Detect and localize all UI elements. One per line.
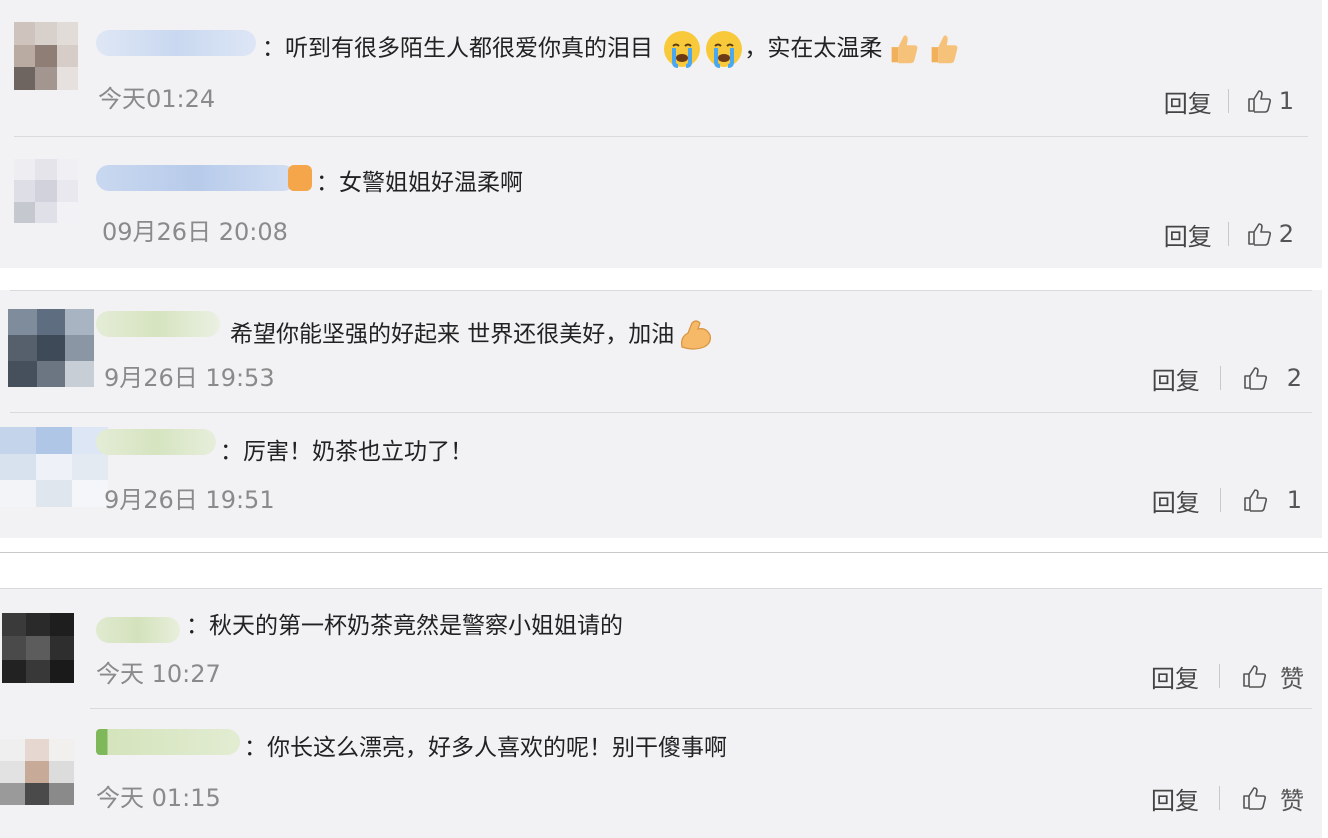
thumbs-up-icon	[884, 30, 922, 68]
comment-separator: ：	[220, 439, 243, 465]
comment-body: 秋天的第一杯奶茶竟然是警察小姐姐请的	[209, 613, 623, 639]
action-divider	[1219, 664, 1220, 688]
comment-separator: ：	[186, 613, 209, 639]
username-blurred[interactable]	[96, 311, 220, 337]
comment-item: ：厉害！奶茶也立功了！ 9月26日 19:51 回复 1	[0, 413, 1322, 538]
avatar[interactable]	[14, 22, 78, 90]
comment-item: 希望你能坚强的好起来 世界还很美好，加油 9月26日 19:53 回复 2	[0, 291, 1322, 413]
comment-section-1: ：听到有很多陌生人都很爱你真的泪目 ，实在太温柔 今天01:24 回复 1 ：女…	[0, 0, 1322, 268]
comment-text: ：厉害！奶茶也立功了！	[220, 437, 473, 467]
comment-time: 09月26日 20:08	[102, 218, 288, 246]
comment-item: ：你长这么漂亮，好多人喜欢的呢！别干傻事啊 今天 01:15 回复 赞	[0, 709, 1322, 837]
like-button[interactable]: 2	[1241, 364, 1302, 392]
comment-actions: 回复 赞	[1151, 659, 1304, 694]
reply-button[interactable]: 回复	[1151, 781, 1199, 816]
like-button[interactable]: 1	[1241, 486, 1302, 514]
action-divider	[1227, 222, 1229, 246]
comment-body: 希望你能坚强的好起来 世界还很美好，加油	[230, 321, 675, 348]
comment-body: 你长这么漂亮，好多人喜欢的呢！别干傻事啊	[267, 735, 727, 761]
comment-actions: 回复 1	[1152, 483, 1302, 518]
like-button[interactable]: 1	[1245, 87, 1294, 115]
username-blurred[interactable]	[96, 617, 180, 643]
thumbs-up-outline-icon	[1247, 90, 1271, 113]
comment-time: 9月26日 19:51	[104, 486, 275, 514]
like-count: 1	[1286, 486, 1302, 514]
comment-item: ：女警姐姐好温柔啊 09月26日 20:08 回复 2	[0, 137, 1322, 268]
like-count: 2	[1278, 220, 1294, 248]
username-blurred[interactable]	[96, 30, 256, 56]
comment-text: ：听到有很多陌生人都很爱你真的泪目 ，实在太温柔	[262, 29, 962, 69]
reply-button[interactable]: 回复	[1152, 483, 1200, 518]
comment-actions: 回复 1	[1164, 84, 1294, 119]
like-label: 赞	[1280, 664, 1304, 693]
thumbs-up-outline-icon	[1243, 367, 1267, 390]
comment-text: ：秋天的第一杯奶茶竟然是警察小姐姐请的	[186, 611, 623, 641]
page-separator	[0, 552, 1328, 553]
comment-time: 今天01:24	[98, 85, 216, 113]
comment-time: 今天 10:27	[96, 660, 221, 688]
comment-actions: 回复 2	[1152, 361, 1302, 396]
like-button[interactable]: 2	[1245, 220, 1294, 248]
reply-button[interactable]: 回复	[1164, 84, 1212, 119]
comment-body: 听到有很多陌生人都很爱你真的泪目	[285, 35, 653, 62]
comment-item: ：秋天的第一杯奶茶竟然是警察小姐姐请的 今天 10:27 回复 赞	[0, 589, 1322, 707]
crying-face-icon	[662, 29, 702, 69]
avatar[interactable]	[0, 739, 74, 805]
comment-separator: ：	[316, 170, 339, 196]
avatar[interactable]	[2, 613, 74, 683]
crying-face-icon	[704, 29, 744, 69]
thumbs-up-outline-icon	[1243, 489, 1267, 512]
reply-button[interactable]: 回复	[1152, 361, 1200, 396]
avatar[interactable]	[14, 159, 78, 223]
thumbs-up-outline-icon	[1243, 665, 1267, 688]
like-button[interactable]: 赞	[1240, 659, 1304, 694]
avatar[interactable]	[0, 427, 108, 507]
username-blurred[interactable]	[96, 729, 240, 755]
flexed-biceps-icon	[676, 315, 716, 355]
comment-body-tail: ，实在太温柔	[744, 35, 883, 62]
action-divider	[1219, 488, 1221, 512]
like-label: 赞	[1280, 786, 1304, 815]
thumbs-up-icon	[924, 30, 962, 68]
comment-separator: ：	[262, 35, 285, 62]
comment-time: 今天 01:15	[96, 784, 221, 812]
comment-item: ：听到有很多陌生人都很爱你真的泪目 ，实在太温柔 今天01:24 回复 1	[0, 0, 1322, 136]
action-divider	[1227, 89, 1229, 113]
user-badge-icon	[288, 165, 312, 191]
thumbs-up-outline-icon	[1243, 787, 1267, 810]
comment-text: ：你长这么漂亮，好多人喜欢的呢！别干傻事啊	[244, 733, 727, 763]
like-count: 1	[1278, 87, 1294, 115]
reply-button[interactable]: 回复	[1151, 659, 1199, 694]
comment-time: 9月26日 19:53	[104, 364, 275, 392]
comment-section-2: 希望你能坚强的好起来 世界还很美好，加油 9月26日 19:53 回复 2 ：厉…	[0, 290, 1322, 538]
action-divider	[1219, 786, 1220, 810]
comment-actions: 回复 赞	[1151, 781, 1304, 816]
username-blurred[interactable]	[96, 429, 216, 455]
comment-actions: 回复 2	[1164, 217, 1294, 252]
comment-body: 女警姐姐好温柔啊	[339, 170, 523, 196]
avatar[interactable]	[8, 309, 94, 387]
comment-section-3: ：秋天的第一杯奶茶竟然是警察小姐姐请的 今天 10:27 回复 赞 ：你长这么漂…	[0, 588, 1322, 838]
action-divider	[1219, 366, 1221, 390]
comment-body: 厉害！奶茶也立功了！	[243, 439, 473, 465]
like-count: 2	[1286, 364, 1302, 392]
comment-separator: ：	[244, 735, 267, 761]
reply-button[interactable]: 回复	[1164, 217, 1212, 252]
like-button[interactable]: 赞	[1240, 781, 1304, 816]
username-blurred[interactable]	[96, 165, 296, 191]
comment-text: ：女警姐姐好温柔啊	[316, 168, 523, 198]
comment-text: 希望你能坚强的好起来 世界还很美好，加油	[230, 315, 716, 355]
thumbs-up-outline-icon	[1247, 223, 1271, 246]
